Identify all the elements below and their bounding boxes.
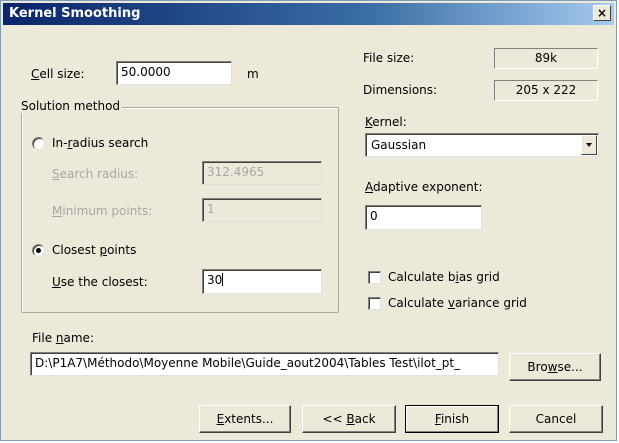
use-closest-label: Use the closest: bbox=[52, 275, 148, 289]
cell-size-label: Cell size: bbox=[31, 67, 85, 81]
title-bar[interactable]: Kernel Smoothing × bbox=[3, 3, 614, 25]
kernel-selected-value: Gaussian bbox=[371, 138, 427, 152]
solution-method-title: Solution method bbox=[19, 99, 123, 113]
dimensions-label: Dimensions: bbox=[363, 83, 438, 97]
file-size-value: 89k bbox=[494, 48, 598, 69]
cell-size-unit: m bbox=[247, 67, 259, 81]
variance-grid-label: Calculate variance grid bbox=[388, 296, 527, 310]
file-name-label: File name: bbox=[32, 331, 94, 345]
closest-points-radio[interactable] bbox=[32, 244, 45, 257]
adaptive-exponent-input[interactable]: 0 bbox=[365, 205, 482, 230]
file-name-input[interactable]: D:\P1A7\Méthodo\Moyenne Mobile\Guide_aou… bbox=[30, 352, 499, 376]
kernel-select[interactable]: Gaussian bbox=[365, 133, 599, 157]
closest-points-label: Closest points bbox=[52, 243, 137, 257]
finish-button[interactable]: Finish bbox=[405, 405, 499, 433]
in-radius-search-radio[interactable] bbox=[32, 137, 45, 150]
use-closest-input[interactable]: 30 bbox=[202, 269, 322, 294]
cell-size-input[interactable]: 50.0000 bbox=[116, 61, 232, 85]
in-radius-search-label: In-radius search bbox=[52, 136, 149, 150]
window-title: Kernel Smoothing bbox=[9, 6, 141, 21]
variance-grid-checkbox[interactable] bbox=[368, 297, 381, 310]
cancel-button[interactable]: Cancel bbox=[509, 405, 603, 433]
close-button[interactable]: × bbox=[593, 5, 611, 21]
search-radius-label: Search radius: bbox=[52, 167, 139, 181]
browse-button[interactable]: Browse... bbox=[509, 353, 601, 381]
chevron-down-icon[interactable] bbox=[581, 135, 597, 155]
minimum-points-label: Minimum points: bbox=[52, 204, 153, 218]
bias-grid-label: Calculate bias grid bbox=[388, 270, 500, 284]
kernel-smoothing-dialog: Kernel Smoothing × Cell size: 50.0000 m … bbox=[0, 0, 617, 441]
close-icon: × bbox=[596, 6, 608, 20]
extents-button[interactable]: Extents... bbox=[199, 405, 291, 433]
text-cursor bbox=[222, 273, 224, 286]
dimensions-value: 205 x 222 bbox=[494, 80, 598, 101]
back-button[interactable]: << Back bbox=[302, 405, 396, 433]
file-size-label: File size: bbox=[363, 51, 415, 65]
kernel-label: Kernel: bbox=[365, 115, 407, 129]
search-radius-input[interactable]: 312.4965 bbox=[202, 161, 322, 185]
adaptive-exponent-label: Adaptive exponent: bbox=[365, 180, 483, 194]
minimum-points-input[interactable]: 1 bbox=[202, 198, 322, 222]
bias-grid-checkbox[interactable] bbox=[368, 271, 381, 284]
